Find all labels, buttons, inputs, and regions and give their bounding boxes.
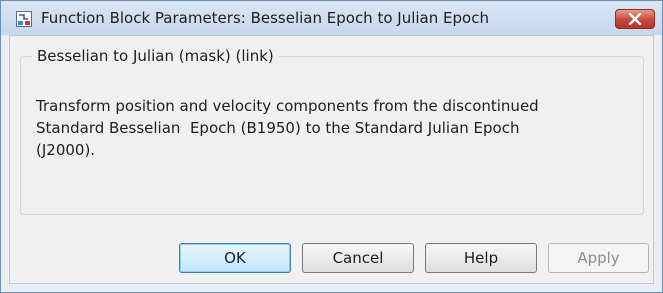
title-bar[interactable]: Function Block Parameters: Besselian Epo… bbox=[1, 1, 662, 35]
window-title: Function Block Parameters: Besselian Epo… bbox=[41, 9, 489, 27]
groupbox-legend: Besselian to Julian (mask) (link) bbox=[32, 47, 279, 65]
description-line: (J2000). bbox=[36, 141, 96, 159]
description-line: Transform position and velocity componen… bbox=[36, 97, 539, 115]
description-line: Standard Besselian Epoch (B1950) to the … bbox=[36, 119, 520, 137]
close-icon bbox=[628, 13, 642, 25]
apply-button[interactable]: Apply bbox=[548, 243, 649, 273]
help-button[interactable]: Help bbox=[425, 243, 537, 273]
block-description: Transform position and velocity componen… bbox=[36, 95, 646, 161]
dialog-body: Besselian to Julian (mask) (link) Transf… bbox=[9, 35, 654, 284]
close-button[interactable] bbox=[615, 9, 655, 29]
simulink-block-icon bbox=[16, 11, 32, 27]
cancel-button[interactable]: Cancel bbox=[302, 243, 414, 273]
ok-button[interactable]: OK bbox=[179, 243, 291, 273]
dialog-window: Function Block Parameters: Besselian Epo… bbox=[0, 0, 663, 293]
